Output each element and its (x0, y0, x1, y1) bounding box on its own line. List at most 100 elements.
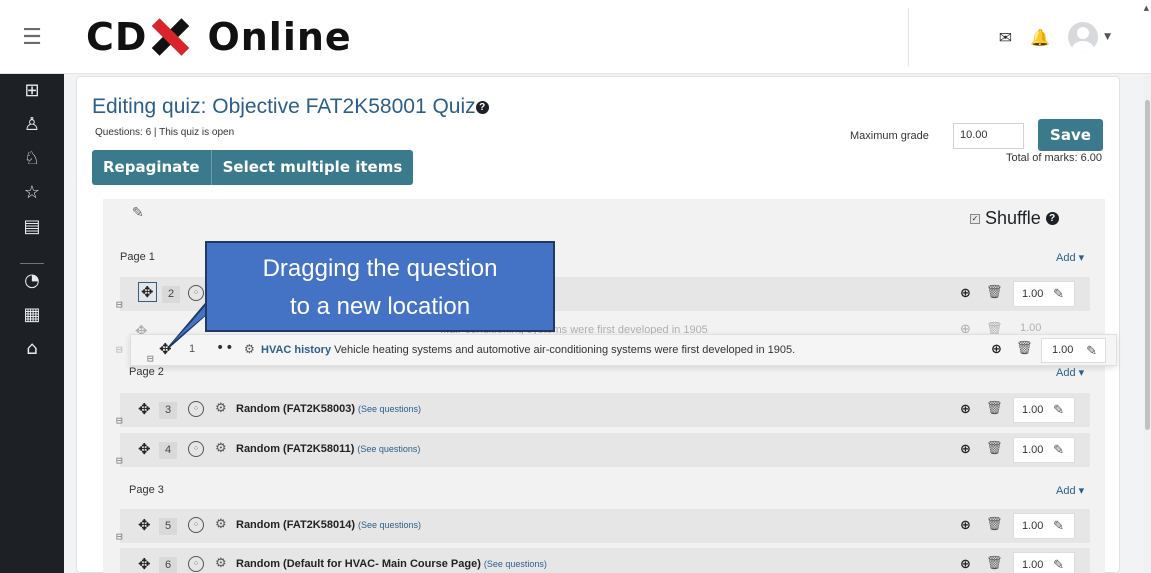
menu-icon[interactable]: ☰ (0, 0, 64, 74)
dashboard-gauge-icon[interactable]: ◔ (0, 270, 64, 291)
left-sidebar: ⊞ ♙ ♘ ☆ ▤ ◔ ▦ ⌂ (0, 74, 64, 573)
edit-mark-pencil-icon[interactable]: ✎ (1053, 438, 1064, 462)
max-mark-field[interactable]: 1.00 ✎ (1013, 552, 1075, 573)
preview-icon[interactable]: ⊕ (960, 557, 971, 572)
edit-section-pencil-icon[interactable]: ✎ (132, 205, 144, 221)
annotation-callout: Dragging the question to a new location (205, 241, 555, 332)
page-label: Page 3 (129, 484, 164, 496)
question-title: Random (FAT2K58014) (See questions) (236, 519, 422, 531)
user-avatar[interactable] (1068, 22, 1099, 52)
move-icon[interactable]: ✥ (138, 555, 151, 573)
save-button[interactable]: Save (1038, 119, 1103, 151)
navbar-actions: ✉ 🔔 ▼ (999, 22, 1111, 52)
page-break-icon[interactable]: ⊟ (116, 531, 123, 542)
max-mark-field[interactable]: 1.00 ✎ (1041, 338, 1106, 363)
random-question-icon: ⁘ (188, 441, 204, 457)
mail-icon[interactable]: ✉ (999, 28, 1012, 47)
see-questions-link[interactable]: (See questions) (357, 444, 420, 454)
question-number: 5 (159, 518, 177, 535)
random-question-icon: ⁘ (188, 285, 204, 301)
delete-icon[interactable]: 🗑 (986, 441, 1003, 456)
page-scrollbar[interactable] (1144, 74, 1151, 573)
callout-line-1: Dragging the question (262, 255, 498, 282)
max-mark-field[interactable]: 1.00 ✎ (1013, 281, 1075, 307)
scrollbar-thumb[interactable] (1145, 100, 1150, 430)
page-break-icon[interactable]: ⊟ (116, 415, 123, 426)
shuffle-checkbox[interactable]: ✓ (970, 213, 980, 224)
logo-word: Online (207, 15, 352, 59)
gear-icon[interactable]: ⚙ (215, 517, 227, 532)
bell-icon[interactable]: 🔔 (1030, 28, 1050, 47)
max-grade-label: Maximum grade (850, 130, 929, 142)
delete-icon[interactable]: 🗑 (986, 556, 1003, 571)
preview-icon[interactable]: ⊕ (960, 402, 971, 417)
move-icon[interactable]: ✥ (138, 400, 151, 418)
dashboard-icon[interactable]: ⊞ (0, 80, 64, 101)
max-grade-input[interactable]: 10.00 (953, 123, 1024, 149)
dragged-question-row[interactable]: ✥ 1 •• ⚙ HVAC history Vehicle heating sy… (130, 334, 1117, 366)
preview-icon[interactable]: ⊕ (960, 286, 971, 301)
caret-down-icon[interactable]: ▼ (1104, 32, 1111, 42)
graduation-cap-icon[interactable]: ⌂ (0, 338, 64, 359)
random-question-icon: ⁘ (188, 401, 204, 417)
grades-icon[interactable]: ▤ (0, 216, 64, 237)
logo-x-mark (149, 18, 191, 56)
help-icon[interactable]: ? (475, 100, 489, 114)
site-logo[interactable]: CD Online (86, 14, 352, 60)
badges-icon[interactable]: ♘ (0, 148, 64, 169)
question-row: ✥ 3 ⁘ ⚙ Random (FAT2K58003) (See question… (120, 393, 1090, 427)
navbar-divider (908, 8, 909, 66)
edit-mark-pencil-icon[interactable]: ✎ (1053, 398, 1064, 422)
edit-mark-pencil-icon[interactable]: ✎ (1086, 339, 1097, 362)
see-questions-link[interactable]: (See questions) (358, 520, 421, 530)
question-number: 6 (159, 557, 177, 573)
edit-mark-pencil-icon[interactable]: ✎ (1053, 282, 1064, 306)
preview-icon[interactable]: ⊕ (991, 342, 1002, 357)
see-questions-link[interactable]: (See questions) (358, 404, 421, 414)
gear-icon[interactable]: ⚙ (215, 401, 227, 416)
preview-icon[interactable]: ⊕ (960, 442, 971, 457)
toolbar-buttons: Repaginate Select multiple items (92, 150, 414, 185)
page-break-icon[interactable]: ⊟ (116, 455, 123, 466)
move-icon[interactable]: ✥ (138, 440, 151, 458)
edit-mark-pencil-icon[interactable]: ✎ (1053, 514, 1064, 538)
select-multiple-button[interactable]: Select multiple items (210, 150, 414, 185)
preview-icon[interactable]: ⊕ (960, 518, 971, 533)
move-icon[interactable]: ✥ (138, 282, 157, 302)
question-number: 3 (159, 402, 177, 419)
page-break-icon[interactable]: ⊟ (116, 344, 123, 355)
page-title: Editing quiz: Objective FAT2K58001 Quiz? (92, 95, 489, 119)
add-menu[interactable]: Add ▾ (1056, 251, 1084, 264)
see-questions-link[interactable]: (See questions) (484, 559, 547, 569)
top-navbar: ☰ CD Online ✉ 🔔 ▼ ▲ (0, 0, 1151, 74)
gear-icon[interactable]: ⚙ (244, 342, 255, 356)
max-mark-field[interactable]: 1.00 ✎ (1013, 513, 1075, 539)
max-mark-field[interactable]: 1.00 ✎ (1013, 437, 1075, 463)
add-menu[interactable]: Add ▾ (1056, 484, 1084, 497)
star-icon[interactable]: ☆ (0, 182, 64, 203)
calendar-icon[interactable]: ▦ (0, 304, 64, 325)
delete-icon[interactable]: 🗑 (986, 517, 1003, 532)
participants-icon[interactable]: ♙ (0, 114, 64, 135)
page-break-icon[interactable]: ⊟ (116, 299, 123, 310)
repaginate-button[interactable]: Repaginate (92, 150, 211, 185)
delete-icon[interactable]: 🗑 (986, 401, 1003, 416)
help-icon[interactable]: ? (1045, 212, 1059, 225)
shuffle-control: ✓ Shuffle ? (970, 208, 1059, 229)
gear-icon[interactable]: ⚙ (215, 441, 227, 456)
scroll-up-arrow[interactable]: ▲ (1144, 4, 1149, 12)
sidebar-divider (20, 263, 44, 264)
edit-mark-pencil-icon[interactable]: ✎ (1053, 553, 1064, 573)
total-marks: Total of marks: 6.00 (1006, 152, 1102, 164)
delete-icon[interactable]: 🗑 (986, 285, 1003, 300)
gear-icon[interactable]: ⚙ (215, 556, 227, 571)
random-question-icon: ⁘ (188, 556, 204, 572)
max-mark-field[interactable]: 1.00 ✎ (1013, 397, 1075, 423)
max-mark-value: 1.00 (1020, 322, 1042, 334)
move-icon[interactable]: ✥ (138, 516, 151, 534)
delete-icon[interactable]: 🗑 (1016, 341, 1033, 356)
random-question-icon: ⁘ (188, 517, 204, 533)
question-title: Random (Default for HVAC- Main Course Pa… (236, 558, 547, 570)
page-break-icon[interactable]: ⊟ (147, 353, 154, 364)
add-menu[interactable]: Add ▾ (1056, 366, 1084, 379)
